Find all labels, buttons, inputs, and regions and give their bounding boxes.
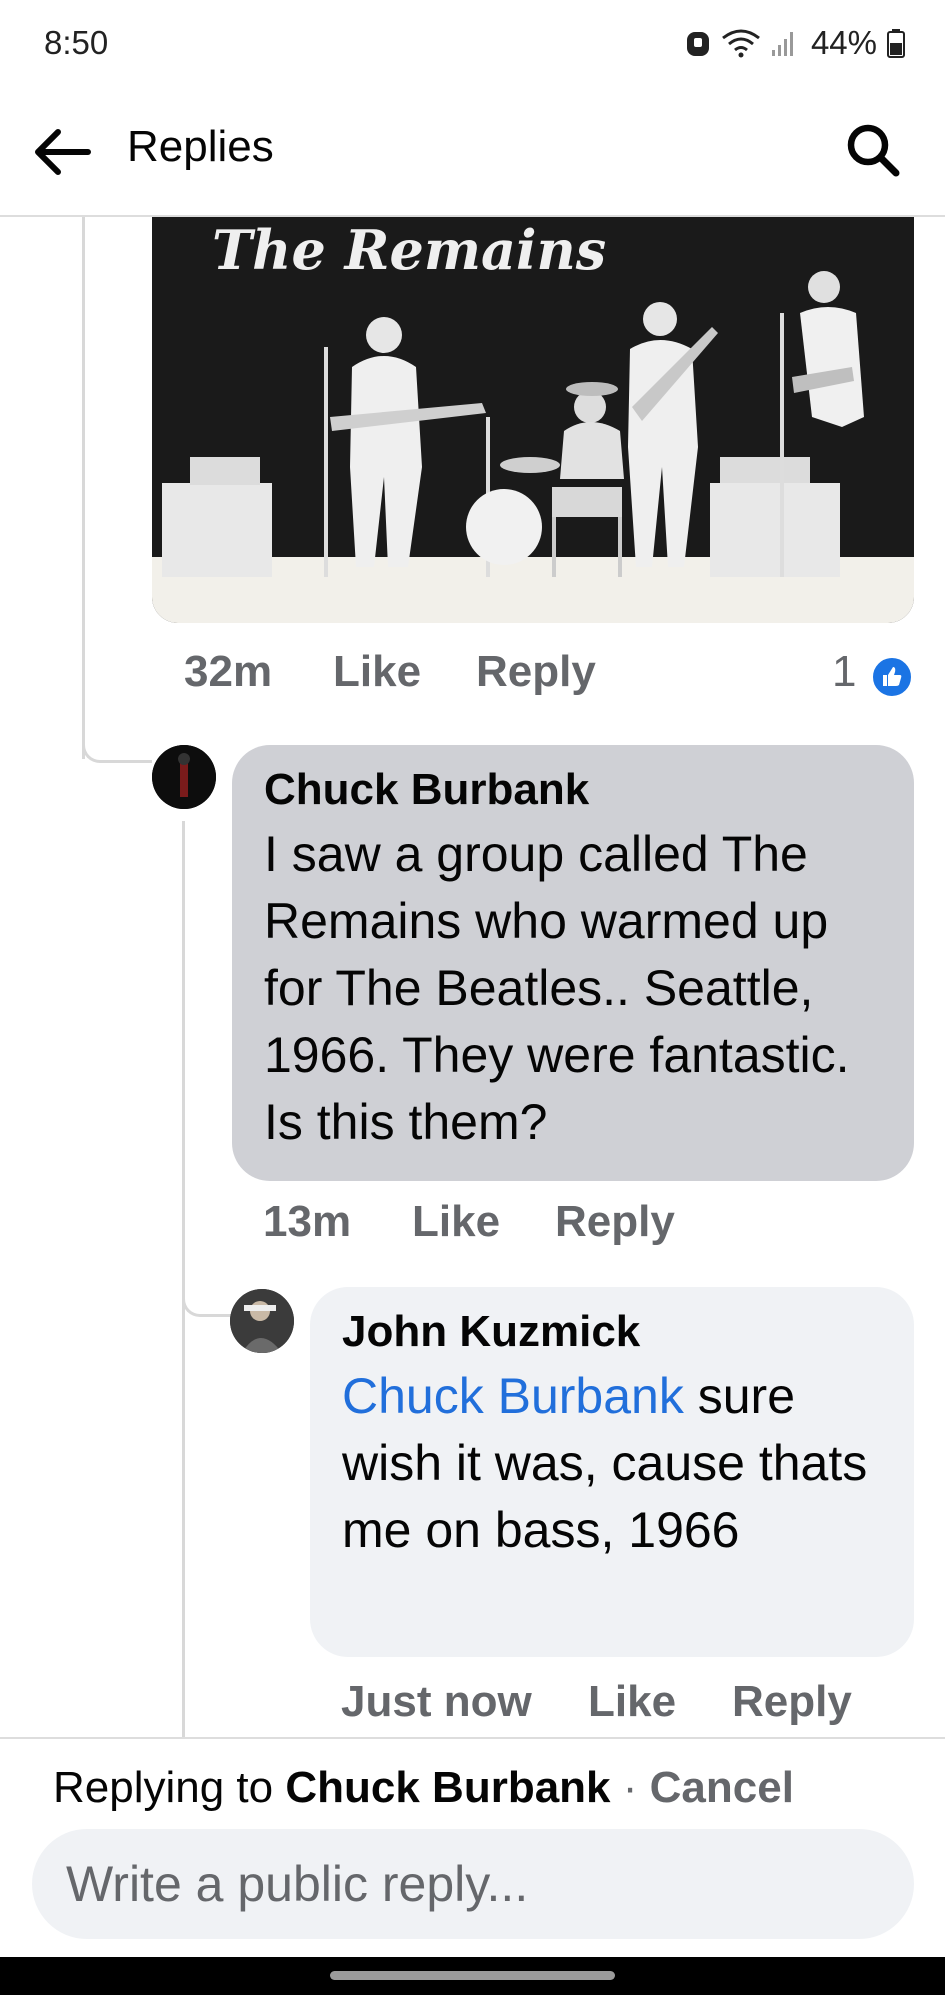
mention-link[interactable]: Chuck Burbank bbox=[342, 1368, 684, 1424]
like-button[interactable]: Like bbox=[333, 647, 421, 697]
reply-input[interactable] bbox=[32, 1829, 914, 1939]
replying-name: Chuck Burbank bbox=[285, 1763, 611, 1812]
comment-text: Chuck Burbank sure wish it was, cause th… bbox=[342, 1363, 882, 1564]
like-button[interactable]: Like bbox=[412, 1197, 500, 1247]
comment-text: I saw a group called The Remains who war… bbox=[264, 826, 850, 1150]
separator: · bbox=[610, 1763, 650, 1812]
thread-connector bbox=[182, 1267, 232, 1317]
thread-connector bbox=[82, 703, 152, 763]
cancel-link[interactable]: Cancel bbox=[650, 1763, 794, 1812]
search-icon[interactable] bbox=[845, 122, 901, 178]
arrow-left-icon[interactable] bbox=[32, 127, 92, 177]
photo-caption: The Remains bbox=[212, 218, 606, 282]
comment-time: 13m bbox=[263, 1197, 352, 1246]
like-button[interactable]: Like bbox=[588, 1677, 676, 1727]
replying-to-line: Replying to Chuck Burbank · Cancel bbox=[53, 1763, 794, 1813]
battery-icon bbox=[887, 29, 905, 58]
alarm-icon bbox=[686, 32, 709, 56]
reply-button[interactable]: Reply bbox=[732, 1677, 852, 1727]
reaction-count[interactable]: 1 bbox=[832, 647, 856, 697]
wifi-icon bbox=[722, 29, 760, 58]
app-header: Replies bbox=[0, 80, 945, 217]
thumbs-up-icon bbox=[870, 655, 914, 699]
comment-author[interactable]: Chuck Burbank bbox=[264, 765, 589, 815]
page-title: Replies bbox=[127, 122, 274, 171]
replying-prefix: Replying to bbox=[53, 1763, 286, 1812]
reply-composer: Replying to Chuck Burbank · Cancel bbox=[0, 1737, 945, 1959]
comment-actions: 32m Like Reply 1 bbox=[0, 647, 945, 707]
status-icons: 44% bbox=[685, 24, 905, 62]
comment-author[interactable]: John Kuzmick bbox=[342, 1307, 640, 1357]
status-time: 8:50 bbox=[44, 24, 109, 61]
reply-button[interactable]: Reply bbox=[555, 1197, 675, 1247]
comment-bubble[interactable]: Chuck Burbank I saw a group called The R… bbox=[232, 745, 914, 1181]
comment-actions: 13m Like Reply bbox=[0, 1197, 945, 1257]
system-nav-bar bbox=[0, 1957, 945, 1995]
comment-actions: Just now Like Reply bbox=[0, 1677, 945, 1737]
signal-icon bbox=[771, 32, 793, 56]
reply-button[interactable]: Reply bbox=[476, 647, 596, 697]
comment-time: Just now bbox=[341, 1677, 532, 1726]
comment-photo[interactable]: The Remains bbox=[152, 217, 914, 623]
comment-time: 32m bbox=[184, 647, 273, 696]
replies-thread[interactable]: The Remains 32m Like Reply 1 Chuck Burba… bbox=[0, 217, 945, 1737]
comment-bubble[interactable]: John Kuzmick Chuck Burbank sure wish it … bbox=[310, 1287, 914, 1657]
avatar[interactable] bbox=[230, 1289, 294, 1353]
battery-percentage: 44% bbox=[810, 24, 877, 61]
avatar[interactable] bbox=[152, 745, 216, 809]
home-indicator[interactable] bbox=[330, 1971, 615, 1980]
